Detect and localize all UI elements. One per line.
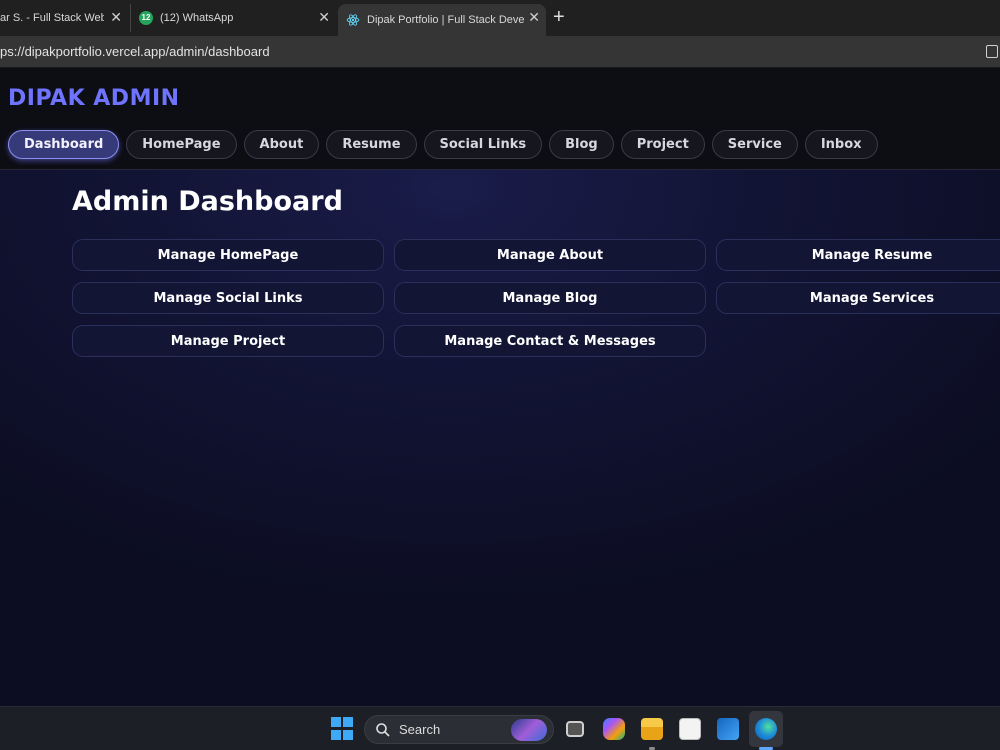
manage-social-links-button[interactable]: Manage Social Links (72, 282, 384, 314)
manage-homepage-button[interactable]: Manage HomePage (72, 239, 384, 271)
close-tab-icon[interactable]: ✕ (528, 10, 540, 24)
windows-taskbar: Search (0, 706, 1000, 750)
tab-title: Dipak Portfolio | Full Stack Developer (367, 14, 525, 26)
split-screen-icon[interactable] (986, 45, 998, 58)
file-explorer-icon[interactable] (641, 718, 663, 740)
dashboard-card-grid: Manage HomePage Manage About Manage Resu… (72, 239, 1000, 357)
nav-dashboard[interactable]: Dashboard (8, 130, 120, 159)
edge-icon[interactable] (755, 718, 777, 740)
nav-social-links[interactable]: Social Links (423, 130, 543, 159)
close-tab-icon[interactable]: ✕ (318, 10, 330, 24)
browser-tab-strip: ar S. - Full Stack Web Dev ✕ 12 (12) Wha… (0, 0, 1000, 36)
nav-inbox[interactable]: Inbox (804, 130, 878, 159)
microsoft-store-icon[interactable] (679, 718, 701, 740)
search-placeholder: Search (399, 722, 441, 737)
nav-homepage[interactable]: HomePage (126, 130, 237, 159)
admin-header: DIPAK ADMIN Dashboard HomePage About Res… (0, 68, 1000, 170)
nav-service[interactable]: Service (711, 130, 798, 159)
windows-start-icon[interactable] (331, 717, 355, 741)
browser-tab-1[interactable]: ar S. - Full Stack Web Dev ✕ (0, 4, 128, 32)
nav-project[interactable]: Project (620, 130, 705, 159)
copilot-icon[interactable] (603, 718, 625, 740)
nav-about[interactable]: About (243, 130, 320, 159)
close-tab-icon[interactable]: ✕ (110, 10, 122, 24)
manage-project-button[interactable]: Manage Project (72, 325, 384, 357)
manage-blog-button[interactable]: Manage Blog (394, 282, 706, 314)
nav-blog[interactable]: Blog (549, 130, 614, 159)
manage-contact-messages-button[interactable]: Manage Contact & Messages (394, 325, 706, 357)
url-field[interactable]: ps://dipakportfolio.vercel.app/admin/das… (0, 44, 270, 59)
outlook-icon[interactable] (717, 718, 739, 740)
react-logo-icon (346, 14, 360, 26)
manage-resume-button[interactable]: Manage Resume (716, 239, 1000, 271)
page-content: DIPAK ADMIN Dashboard HomePage About Res… (0, 68, 1000, 706)
brand-logo[interactable]: DIPAK ADMIN (8, 86, 180, 111)
search-highlight-icon (511, 719, 547, 741)
manage-about-button[interactable]: Manage About (394, 239, 706, 271)
admin-nav: Dashboard HomePage About Resume Social L… (8, 130, 878, 159)
tab-title: ar S. - Full Stack Web Dev (0, 12, 104, 24)
browser-tab-3-active[interactable]: Dipak Portfolio | Full Stack Developer ✕ (338, 4, 546, 36)
whatsapp-badge-icon: 12 (139, 11, 153, 25)
task-view-icon[interactable] (566, 721, 584, 737)
manage-services-button[interactable]: Manage Services (716, 282, 1000, 314)
taskbar-search[interactable]: Search (364, 715, 554, 744)
page-title: Admin Dashboard (72, 186, 343, 217)
address-bar: ps://dipakportfolio.vercel.app/admin/das… (0, 36, 1000, 68)
browser-tab-2[interactable]: 12 (12) WhatsApp ✕ (130, 4, 336, 32)
search-icon (376, 722, 390, 737)
new-tab-button[interactable]: + (553, 7, 565, 27)
nav-resume[interactable]: Resume (326, 130, 417, 159)
tab-title: (12) WhatsApp (160, 12, 234, 24)
